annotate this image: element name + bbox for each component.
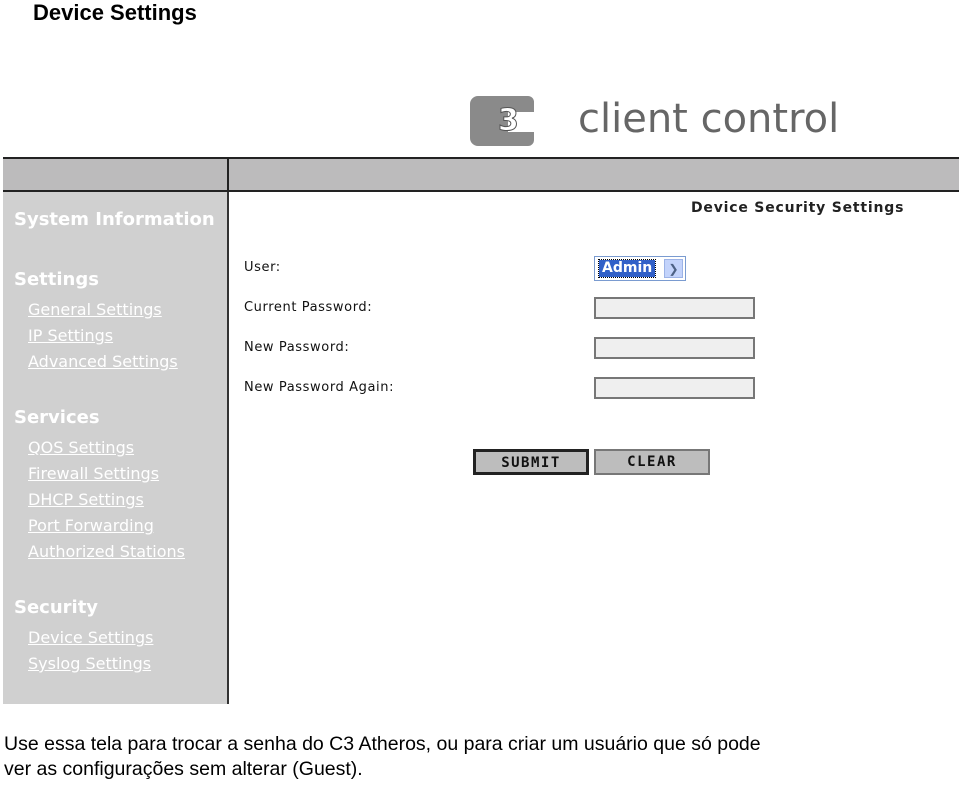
sidebar-divider [227,192,229,704]
document-title: Device Settings [33,0,197,25]
sidebar-section-system-information[interactable]: System Information [14,209,215,230]
caption-line-1: Use essa tela para trocar a senha do C3 … [4,733,761,755]
new-password-input[interactable] [594,337,755,359]
new-password-again-label: New Password Again: [244,380,395,395]
user-select-value: Admin [597,259,657,278]
sidebar-section-services: Services [14,407,100,428]
router-screenshot: 3 client control System Information Sett… [3,82,959,704]
new-password-again-input[interactable] [594,377,755,399]
sidebar-item-qos-settings[interactable]: QOS Settings [28,438,134,457]
sidebar-item-ip-settings[interactable]: IP Settings [28,326,113,345]
submit-button[interactable]: SUBMIT [473,449,589,475]
current-password-input[interactable] [594,297,755,319]
sidebar-item-syslog-settings[interactable]: Syslog Settings [28,654,151,673]
sidebar-item-authorized-stations[interactable]: Authorized Stations [28,542,185,561]
chevron-down-icon[interactable]: ❯ [664,259,683,278]
sidebar-item-port-forwarding[interactable]: Port Forwarding [28,516,154,535]
sidebar-item-dhcp-settings[interactable]: DHCP Settings [28,490,144,509]
sidebar-item-device-settings[interactable]: Device Settings [28,628,153,647]
sidebar-section-security: Security [14,597,99,618]
user-select[interactable]: Admin ❯ [594,256,686,281]
sidebar: System Information Settings General Sett… [3,192,228,704]
header-bar [3,157,959,192]
sidebar-item-general-settings[interactable]: General Settings [28,300,162,319]
sidebar-section-settings: Settings [14,269,99,290]
user-label: User: [244,260,281,275]
new-password-label: New Password: [244,340,350,355]
clear-button[interactable]: CLEAR [594,449,710,475]
c3-client-control-logo: 3 client control [470,96,839,146]
panel-title: Device Security Settings [691,200,905,216]
sidebar-item-firewall-settings[interactable]: Firewall Settings [28,464,159,483]
current-password-label: Current Password: [244,300,373,315]
svg-text:3: 3 [498,103,519,138]
svg-text:client control: client control [578,96,839,142]
header-divider [227,157,229,192]
caption-line-2: ver as configurações sem alterar (Guest)… [4,758,363,780]
sidebar-item-advanced-settings[interactable]: Advanced Settings [28,352,178,371]
